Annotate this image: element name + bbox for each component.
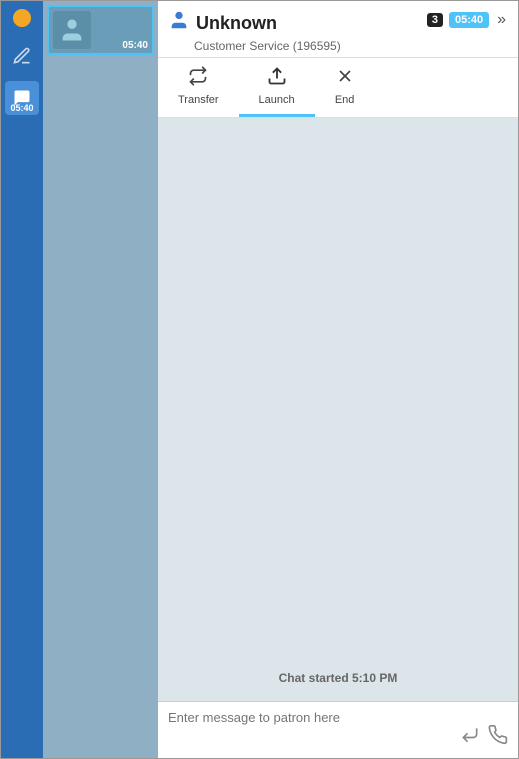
header-username: Unknown [196, 13, 277, 34]
status-dot [13, 9, 31, 27]
chat-bubble-icon[interactable]: 05:40 [5, 81, 39, 115]
transfer-icon [188, 66, 208, 91]
header-badge: 3 [427, 13, 443, 27]
collapse-button[interactable]: » [495, 9, 508, 31]
middle-icons-area [43, 59, 158, 67]
sidebar-chat-timer: 05:40 [10, 103, 33, 113]
app-container: 05:40 05:40 [0, 0, 519, 759]
transfer-button[interactable]: Transfer [158, 58, 239, 117]
message-input[interactable] [168, 710, 452, 750]
input-icons [460, 725, 508, 750]
chat-started-message: Chat started 5:10 PM [168, 671, 508, 685]
end-label: End [335, 94, 355, 106]
launch-icon [267, 66, 287, 91]
chat-header: Unknown Customer Service (196595) 3 05:4… [158, 1, 518, 58]
input-area [158, 701, 518, 758]
phone-icon[interactable] [488, 725, 508, 750]
header-subtitle: Customer Service (196595) [194, 39, 341, 53]
end-icon [335, 66, 355, 91]
header-user-icon [168, 9, 190, 37]
header-right: 3 05:40 » [427, 9, 508, 31]
chat-card-timer: 05:40 [122, 40, 148, 51]
chat-area: Chat started 5:10 PM [158, 118, 518, 701]
chat-card[interactable]: 05:40 [47, 5, 154, 55]
header-left: Unknown Customer Service (196595) [168, 9, 341, 53]
header-title-row: Unknown [168, 9, 341, 37]
header-timer: 05:40 [449, 12, 489, 28]
send-icon[interactable] [460, 725, 480, 750]
pen-icon[interactable] [7, 41, 37, 71]
main-content: Unknown Customer Service (196595) 3 05:4… [158, 1, 518, 758]
launch-label: Launch [259, 94, 295, 106]
avatar [53, 11, 91, 49]
toolbar: Transfer Launch [158, 58, 518, 118]
middle-panel: 05:40 [43, 1, 158, 758]
transfer-label: Transfer [178, 94, 219, 106]
sidebar-left: 05:40 [1, 1, 43, 758]
launch-button[interactable]: Launch [239, 58, 315, 117]
end-button[interactable]: End [315, 58, 375, 117]
